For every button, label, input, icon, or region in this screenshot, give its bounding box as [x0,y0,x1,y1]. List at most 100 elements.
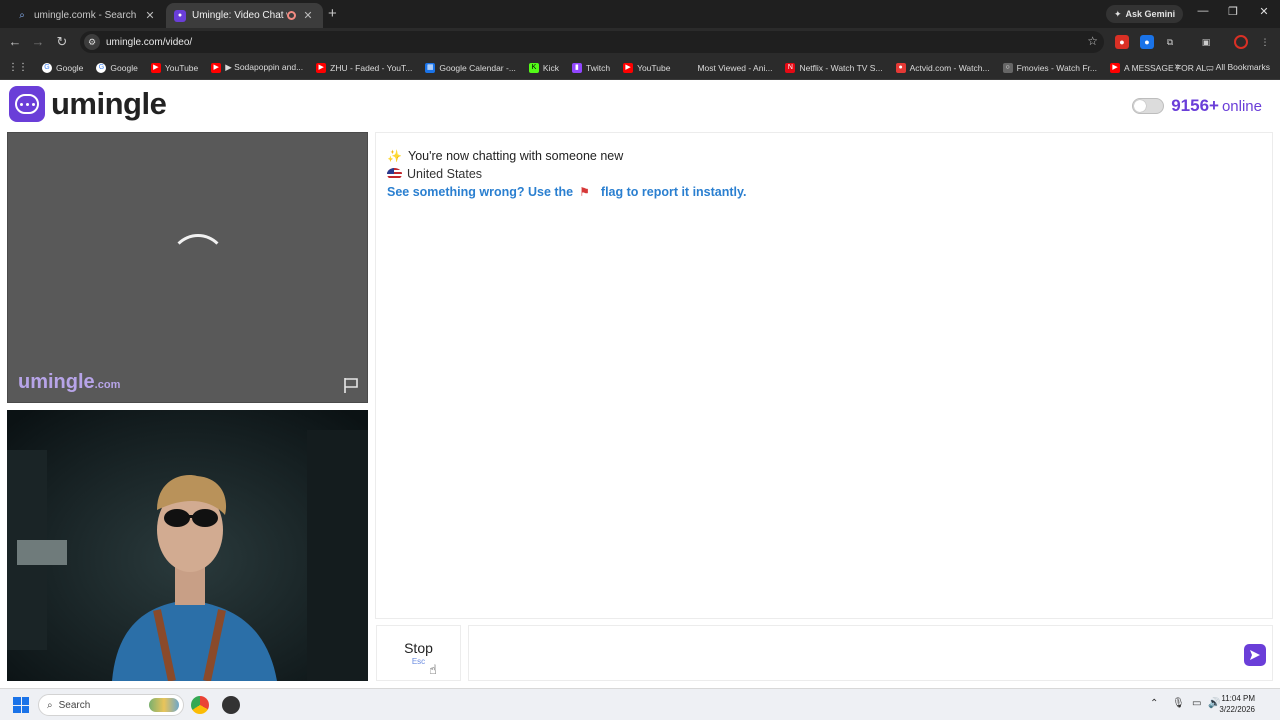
message-input[interactable] [468,625,1273,681]
bookmark-item[interactable]: G Google [42,62,83,73]
bookmark-item[interactable]: ● Actvid.com - Watch... [895,62,990,73]
ask-gemini-label: Ask Gemini [1125,9,1176,19]
youtube-icon: ▶ [1110,62,1121,73]
close-window-icon[interactable]: ✕ [1255,5,1273,18]
online-status: 9156+ online [1132,96,1262,116]
hand-cursor-icon: ☝ [429,662,437,677]
stop-shortcut-hint: Esc [411,657,426,666]
search-highlight-image [149,698,179,712]
netflix-icon: N [785,62,796,73]
anime-site-icon [683,63,693,73]
site-logo[interactable]: umingle [9,86,167,122]
fmovies-icon: ○ [1002,62,1013,73]
reload-icon[interactable]: ↻ [54,34,70,50]
chat-bubble-logo-icon [9,86,45,122]
tray-chevron-icon[interactable]: ⌃ [1150,698,1158,709]
online-label: online [1221,97,1262,115]
youtube-icon: ▶ [211,62,222,73]
brand-name: umingle [51,86,167,121]
tab-umingle[interactable]: ● Umingle: Video Chat with S ✕ [166,3,323,28]
browser-toolbar: ← → ↻ ⚙ umingle.com/video/ ☆ ● ● ⧉ ▣ ⋮ [0,28,1280,56]
video-watermark: umingle.com [18,371,121,393]
twitch-icon: ▮ [571,62,582,73]
bookmark-item[interactable]: ▶ ZHU - Faded - YouT... [316,62,412,73]
bookmark-item[interactable]: ▶ ▶ Sodapoppin and... [211,62,303,73]
sparkle-icon: ✦ [1114,8,1122,19]
adblock-extension-icon[interactable]: ● [1115,35,1129,49]
taskbar-clock[interactable]: 11:04 PM 3/22/2026 [1219,693,1255,715]
bookmark-item[interactable]: Most Viewed - Ani... [683,63,772,73]
send-button[interactable] [1244,644,1266,666]
stranger-video: umingle.com [7,132,368,403]
close-tab-icon[interactable]: ✕ [301,9,315,22]
bookmark-item[interactable]: G Google [96,62,138,73]
folder-icon: ▭ [1205,62,1216,72]
extension-icon[interactable]: ● [1140,35,1154,49]
bookmark-item[interactable]: ▶ A MESSAGE FOR AL... [1110,62,1213,73]
url-text: umingle.com/video/ [106,36,193,48]
red-flag-icon: ⚑ [579,185,590,199]
menu-icon[interactable]: ⋮ [1258,35,1272,49]
bookmark-item[interactable]: ▶ YouTube [623,62,670,73]
profile-avatar[interactable] [1234,35,1248,49]
mic-icon[interactable]: 🎙 [1172,698,1185,709]
online-count: 9156+ [1171,96,1219,115]
windows-taskbar: ⌕ Search ⌃ 🎙 ▭ 🔊 11:04 PM 3/22/2026 [0,688,1280,720]
extensions-puzzle-icon[interactable]: ⧉ [1163,35,1177,49]
stranger-country: United States [387,165,1261,183]
taskbar-search[interactable]: ⌕ Search [38,694,184,716]
report-flag-icon[interactable] [342,376,360,394]
bookmark-item[interactable]: ▶ YouTube [150,62,198,73]
split-view-icon[interactable]: ▣ [1199,35,1213,49]
more-bookmarks-icon[interactable]: » [1174,61,1180,72]
network-icon[interactable]: ▭ [1192,698,1201,709]
ask-gemini-button[interactable]: ✦ Ask Gemini [1106,5,1184,23]
youtube-icon: ▶ [623,62,634,73]
sparkles-icon: ✨ [387,149,402,163]
google-icon: G [42,62,52,73]
new-tab-button[interactable]: + [328,5,337,22]
restore-icon[interactable]: ❐ [1224,5,1242,18]
all-bookmarks-button[interactable]: ▭ All Bookmarks [1206,62,1270,73]
kick-icon: K [528,62,539,73]
search-icon: ⌕ [47,699,53,711]
us-flag-icon [387,168,402,180]
chrome-taskbar-icon[interactable] [191,696,209,714]
bookmark-item[interactable]: K Kick [528,62,559,73]
back-icon[interactable]: ← [7,34,23,49]
app-taskbar-icon[interactable] [222,696,240,714]
address-bar[interactable]: ⚙ umingle.com/video/ ☆ [80,31,1104,53]
site-info-icon[interactable]: ⚙ [84,34,100,50]
search-icon: ⌕ [19,9,25,21]
google-icon: G [96,62,107,73]
windows-start-icon[interactable] [13,697,29,713]
tab-title: Umingle: Video Chat with S [192,10,287,21]
stop-label: Stop [404,640,433,656]
chat-log: ✨ You're now chatting with someone new U… [375,132,1273,619]
youtube-icon: ▶ [316,62,327,73]
bookmark-item[interactable]: ▮ Twitch [571,62,610,73]
apps-icon[interactable]: ⋮⋮ [8,62,28,73]
send-arrow-icon [1250,650,1260,660]
actvid-icon: ● [895,62,906,73]
bookmark-item[interactable]: N Netflix - Watch TV S... [785,62,883,73]
tab-search[interactable]: ⌕ umingle.comk - Search ✕ [8,3,165,28]
calendar-icon: ▦ [425,62,436,73]
bookmarks-bar: ⋮⋮ G Google G Google ▶ YouTube ▶ ▶ Sodapoppi… [0,56,1280,80]
recording-icon [287,11,296,20]
tab-strip: ⌕ umingle.comk - Search ✕ ● Umingle: Vid… [0,0,1280,28]
chat-intro: ✨ You're now chatting with someone new [387,149,624,163]
webcam-feed [7,410,368,681]
bookmark-item[interactable]: ○ Fmovies - Watch Fr... [1002,62,1097,73]
forward-icon[interactable]: → [30,34,46,49]
report-notice: See something wrong? Use the ⚑ flag to r… [387,185,747,199]
loading-spinner-icon [169,234,227,292]
bookmark-item[interactable]: ▦ Google Calendar -... [425,62,516,73]
minimize-icon[interactable]: — [1194,5,1212,17]
close-tab-icon[interactable]: ✕ [143,9,157,22]
bookmark-star-icon[interactable]: ☆ [1087,34,1098,48]
youtube-icon: ▶ [150,62,161,73]
umingle-icon: ● [174,9,186,22]
stop-button[interactable]: Stop Esc [376,625,461,681]
theme-toggle[interactable] [1132,98,1165,114]
